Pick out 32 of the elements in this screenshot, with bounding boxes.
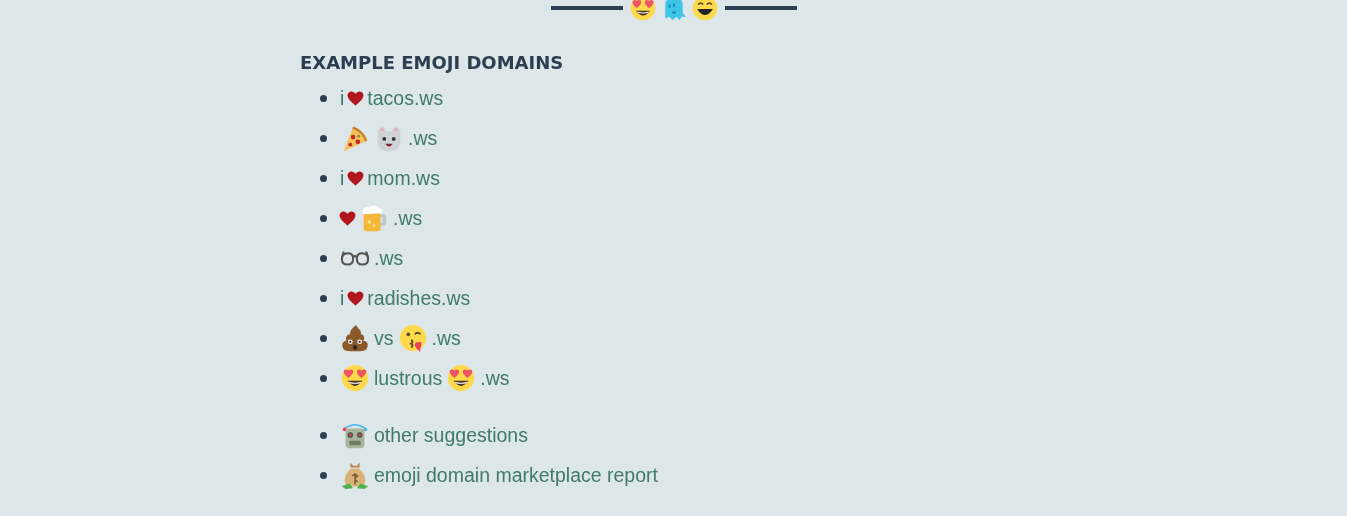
bullet <box>320 294 327 302</box>
bullet <box>320 334 327 342</box>
domain-link[interactable]: vs .ws <box>340 323 461 353</box>
money-bag-icon <box>340 460 370 490</box>
bullet <box>320 94 327 102</box>
heart-icon <box>346 88 366 108</box>
domain-link[interactable]: .ws <box>340 243 404 273</box>
heart-icon <box>338 208 357 228</box>
domain-link[interactable]: emoji domain marketplace report <box>340 460 658 490</box>
bullet <box>320 174 327 182</box>
domain-link[interactable]: i mom.ws <box>340 166 440 190</box>
bullet <box>320 431 327 439</box>
domain-link[interactable]: .ws <box>340 123 438 153</box>
heart-eyes-face-icon <box>340 363 370 393</box>
bullet <box>320 214 327 222</box>
domain-link[interactable]: lustrous .ws <box>340 363 510 393</box>
section-heading: EXAMPLE EMOJI DOMAINS <box>300 52 565 73</box>
kissing-face-icon <box>397 323 428 353</box>
domain-link[interactable]: other suggestions <box>340 420 528 450</box>
domain-link[interactable]: i radishes.ws <box>340 286 471 310</box>
bullet <box>320 471 327 479</box>
bullet <box>320 134 327 142</box>
bullet <box>320 254 327 262</box>
heart-icon <box>346 288 366 308</box>
heart-eyes-face-icon <box>446 363 477 393</box>
domain-link[interactable]: i tacos.ws <box>340 86 444 110</box>
heart-icon <box>346 168 366 188</box>
poop-icon <box>340 323 370 353</box>
bullet <box>320 374 327 382</box>
domain-link[interactable]: .ws <box>340 203 423 233</box>
grinning-face-icon <box>690 0 719 22</box>
heart-eyes-face-icon <box>628 0 657 22</box>
